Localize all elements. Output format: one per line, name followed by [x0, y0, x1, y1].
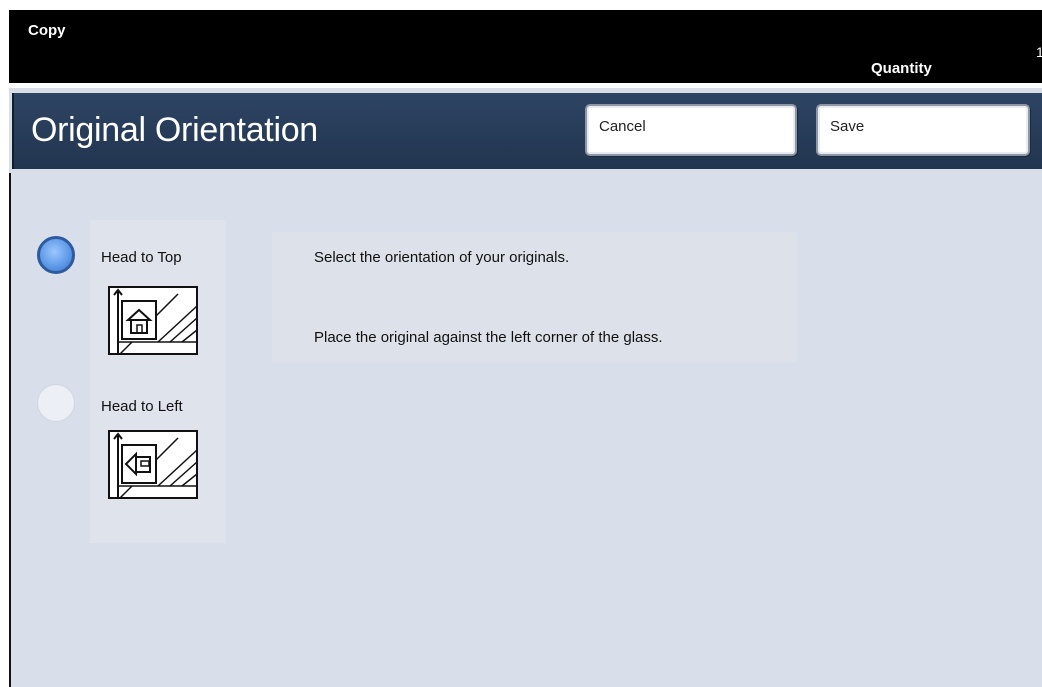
page-title: Original Orientation	[31, 111, 318, 149]
quantity-label: Quantity	[871, 60, 932, 77]
head-to-top-label[interactable]: Head to Top	[101, 249, 182, 266]
app-title: Copy	[28, 22, 66, 39]
save-button[interactable]: Save	[816, 104, 1030, 156]
head-to-top-radio[interactable]	[37, 236, 75, 274]
head-to-left-orientation-icon[interactable]	[108, 430, 200, 500]
instruction-place-original: Place the original against the left corn…	[314, 329, 663, 346]
cancel-button[interactable]: Cancel	[585, 104, 797, 156]
head-to-left-label[interactable]: Head to Left	[101, 398, 183, 415]
instruction-select-orientation: Select the orientation of your originals…	[314, 249, 570, 266]
head-to-left-radio[interactable]	[37, 384, 75, 422]
head-to-top-orientation-icon[interactable]	[108, 286, 200, 356]
quantity-value: 1	[1036, 44, 1042, 60]
